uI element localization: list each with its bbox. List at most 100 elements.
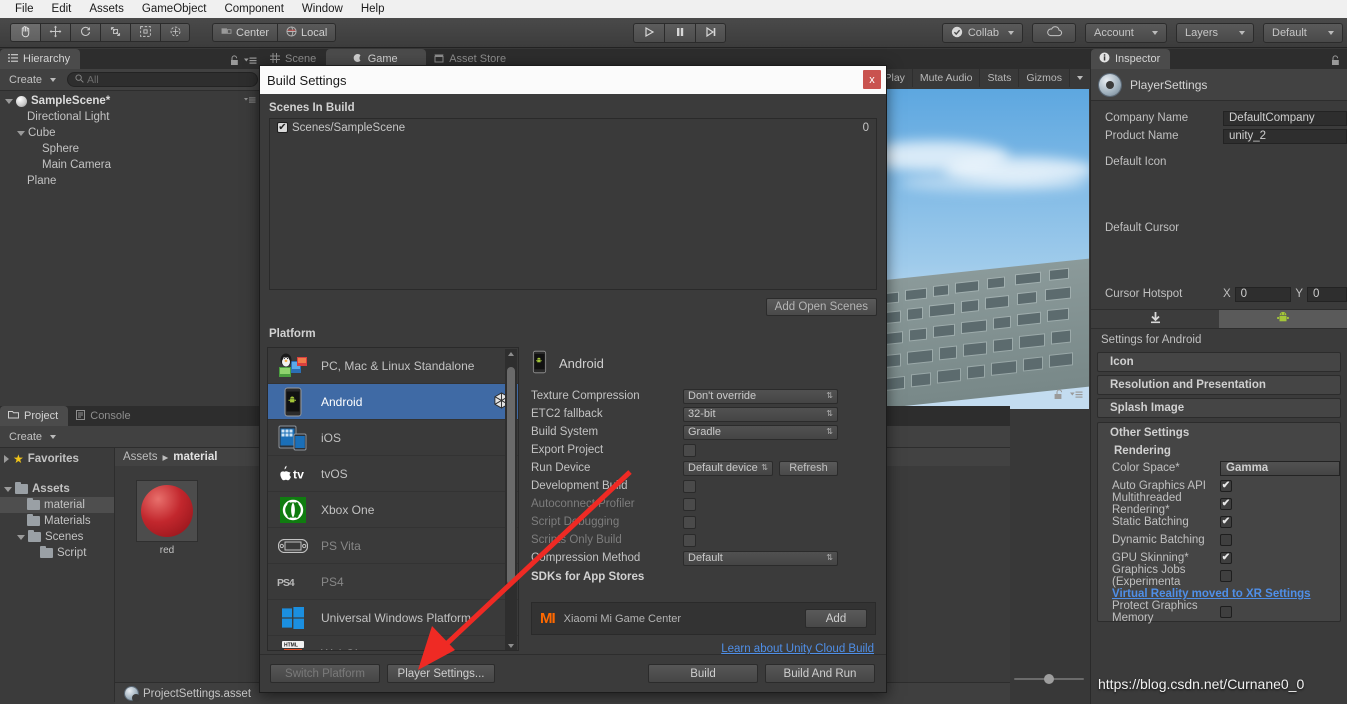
section-splash-image[interactable]: Splash Image xyxy=(1097,398,1341,418)
play-button[interactable] xyxy=(633,23,664,43)
menu-item-gameobject[interactable]: GameObject xyxy=(133,2,216,16)
platform-tab-standalone[interactable] xyxy=(1091,310,1219,328)
hierarchy-item-directional-light[interactable]: Directional Light xyxy=(0,109,262,125)
hierarchy-create-button[interactable]: Create xyxy=(4,73,61,87)
section-resolution-presentation[interactable]: Resolution and Presentation xyxy=(1097,375,1341,395)
breadcrumb-root[interactable]: Assets xyxy=(123,451,158,463)
scene-row[interactable]: ✔ Scenes/SampleScene 0 xyxy=(270,119,876,136)
project-tree-materials[interactable]: Materials xyxy=(0,513,114,529)
scripts-only-build-checkbox[interactable] xyxy=(683,533,696,547)
color-space-dropdown[interactable]: Gamma xyxy=(1220,460,1340,476)
multithreaded-rendering-checkbox[interactable]: ✔ xyxy=(1220,498,1232,510)
platform-row-universal-windows-platform[interactable]: Universal Windows Platform xyxy=(268,600,518,636)
project-tree-script[interactable]: Script xyxy=(0,545,114,561)
asset-item-red[interactable]: red xyxy=(136,480,198,556)
graphics-jobs-checkbox[interactable] xyxy=(1220,570,1232,582)
auto-graphics-api-checkbox[interactable]: ✔ xyxy=(1220,480,1232,492)
texture-compression-dropdown[interactable]: Don't override ⇅ xyxy=(683,388,838,404)
xr-settings-link[interactable]: Virtual Reality moved to XR Settings xyxy=(1112,588,1311,600)
build-system-dropdown[interactable]: Gradle ⇅ xyxy=(683,424,838,440)
compression-method-dropdown[interactable]: Default ⇅ xyxy=(683,550,838,566)
platform-row-tvos[interactable]: tv tvOS xyxy=(268,456,518,492)
project-tree-scenes[interactable]: Scenes xyxy=(0,529,114,545)
project-create-button[interactable]: Create xyxy=(4,430,61,444)
etc2-fallback-dropdown[interactable]: 32-bit ⇅ xyxy=(683,406,838,422)
refresh-button[interactable]: Refresh xyxy=(779,460,838,476)
export-project-checkbox[interactable] xyxy=(683,443,696,457)
layers-button[interactable]: Layers xyxy=(1176,23,1254,43)
disclosure-triangle-icon[interactable] xyxy=(5,98,13,104)
platform-row-xbox-one[interactable]: Xbox One xyxy=(268,492,518,528)
tab-hierarchy[interactable]: Hierarchy xyxy=(0,49,81,69)
hierarchy-item-plane[interactable]: Plane xyxy=(0,173,262,189)
panel-menu-icon[interactable] xyxy=(1070,390,1083,402)
hierarchy-search-input[interactable]: All xyxy=(67,72,258,87)
layout-button[interactable]: Default xyxy=(1263,23,1343,43)
menu-item-edit[interactable]: Edit xyxy=(43,2,81,16)
project-tree-favorites[interactable]: ★ Favorites xyxy=(0,451,114,467)
platform-row-android[interactable]: Android xyxy=(268,384,518,420)
scene-enabled-checkbox[interactable]: ✔ xyxy=(277,122,288,133)
build-and-run-button[interactable]: Build And Run xyxy=(765,664,875,683)
game-toolbar-mute-audio[interactable]: Mute Audio xyxy=(911,69,980,87)
move-tool-button[interactable] xyxy=(40,23,70,42)
lock-icon[interactable] xyxy=(230,55,239,69)
project-tree-assets[interactable]: Assets xyxy=(0,481,114,497)
hierarchy-scene-row[interactable]: SampleScene* xyxy=(0,93,262,109)
menu-item-component[interactable]: Component xyxy=(215,2,292,16)
run-device-dropdown[interactable]: Default device ⇅ xyxy=(683,460,773,476)
product-name-input[interactable]: unity_2 xyxy=(1223,128,1347,144)
autoconnect-profiler-checkbox[interactable] xyxy=(683,497,696,511)
menu-item-assets[interactable]: Assets xyxy=(80,2,133,16)
disclosure-triangle-icon[interactable] xyxy=(4,455,9,463)
build-button[interactable]: Build xyxy=(648,664,758,683)
add-open-scenes-button[interactable]: Add Open Scenes xyxy=(765,298,877,316)
disclosure-triangle-icon[interactable] xyxy=(4,486,12,492)
scale-tool-button[interactable] xyxy=(100,23,130,42)
disclosure-triangle-icon[interactable] xyxy=(17,534,25,540)
rotate-tool-button[interactable] xyxy=(70,23,100,42)
panel-menu-icon[interactable] xyxy=(244,56,257,68)
pause-button[interactable] xyxy=(664,23,695,43)
collab-button[interactable]: Collab xyxy=(941,23,1023,43)
section-icon[interactable]: Icon xyxy=(1097,352,1341,372)
project-zoom-slider[interactable] xyxy=(1010,672,1088,686)
close-icon[interactable]: x xyxy=(863,70,881,89)
company-name-input[interactable]: DefaultCompany xyxy=(1223,110,1347,126)
platform-row-ps4[interactable]: PS4 PS4 xyxy=(268,564,518,600)
pivot-mode-button[interactable]: Center xyxy=(212,23,278,42)
tab-console[interactable]: Console xyxy=(68,406,140,426)
hierarchy-item-sphere[interactable]: Sphere xyxy=(0,141,262,157)
scroll-down-arrow-icon[interactable] xyxy=(508,644,514,648)
hierarchy-item-cube[interactable]: Cube xyxy=(0,125,262,141)
platform-row-standalone[interactable]: PC, Mac & Linux Standalone xyxy=(268,348,518,384)
cursor-x-input[interactable]: 0 xyxy=(1234,286,1292,302)
static-batching-checkbox[interactable]: ✔ xyxy=(1220,516,1232,528)
platform-row-ios[interactable]: iOS xyxy=(268,420,518,456)
protect-graphics-memory-checkbox[interactable] xyxy=(1220,606,1232,618)
project-tree-material[interactable]: material xyxy=(0,497,114,513)
scroll-thumb[interactable] xyxy=(507,367,515,585)
platform-row-webgl[interactable]: HTML WebGL xyxy=(268,636,518,650)
platform-list-scrollbar[interactable] xyxy=(505,349,517,650)
unlock-icon[interactable] xyxy=(1054,389,1063,403)
development-build-checkbox[interactable] xyxy=(683,479,696,493)
section-other-settings-header[interactable]: Other Settings xyxy=(1098,423,1340,442)
platform-row-ps-vita[interactable]: PS Vita xyxy=(268,528,518,564)
step-button[interactable] xyxy=(695,23,726,43)
scroll-up-arrow-icon[interactable] xyxy=(508,352,514,356)
pivot-rotation-button[interactable]: Local xyxy=(277,23,337,42)
game-toolbar-gizmos-dropdown[interactable] xyxy=(1069,69,1090,87)
add-sdk-button[interactable]: Add xyxy=(805,609,867,628)
hierarchy-item-main-camera[interactable]: Main Camera xyxy=(0,157,262,173)
dynamic-batching-checkbox[interactable] xyxy=(1220,534,1232,546)
disclosure-triangle-icon[interactable] xyxy=(17,130,25,136)
tab-inspector[interactable]: Inspector xyxy=(1091,49,1171,69)
switch-platform-button[interactable]: Switch Platform xyxy=(270,664,380,683)
menu-item-help[interactable]: Help xyxy=(352,2,394,16)
account-button[interactable]: Account xyxy=(1085,23,1167,43)
lock-icon[interactable] xyxy=(1331,55,1340,69)
game-toolbar-gizmos[interactable]: Gizmos xyxy=(1018,69,1069,87)
tab-project[interactable]: Project xyxy=(0,406,69,426)
cursor-y-input[interactable]: 0 xyxy=(1307,286,1347,302)
